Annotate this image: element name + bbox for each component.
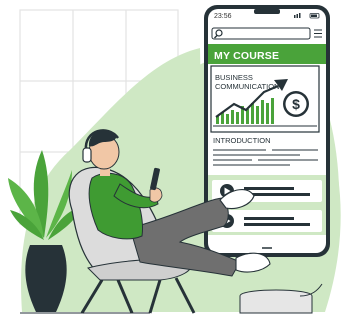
course-title[interactable]: BUSINESS COMMUNICATION [215, 73, 279, 91]
dollar-symbol: $ [292, 96, 300, 112]
course-title-line-1: BUSINESS [215, 73, 253, 82]
page-title: MY COURSE [214, 50, 280, 62]
course-title-line-2: COMMUNICATION [215, 82, 280, 91]
illustration-scene: $ 23:56 MY COURSE BUSINESS COMMUNICATION… [0, 0, 349, 324]
status-time: 23:56 [214, 13, 232, 20]
scene-artwork: $ [8, 5, 341, 314]
section-label: INTRODUCTION [213, 136, 271, 145]
